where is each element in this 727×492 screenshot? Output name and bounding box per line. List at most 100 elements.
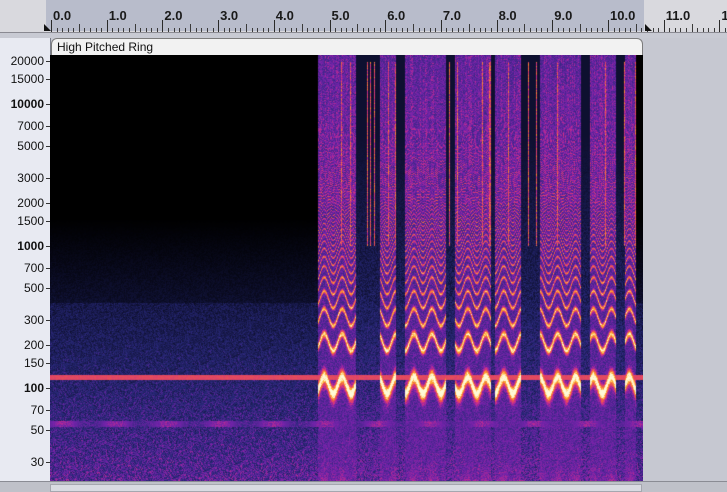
ruler-tick-label: 1.0	[108, 8, 127, 23]
ruler-major-tick	[106, 20, 108, 32]
ruler-minor-tick	[596, 28, 598, 32]
ruler-minor-tick	[212, 28, 214, 32]
ruler-minor-tick	[518, 28, 520, 32]
ruler-minor-tick	[251, 28, 253, 32]
ruler-major-tick	[719, 20, 721, 32]
ruler-minor-tick	[401, 28, 403, 32]
ruler-minor-tick	[56, 28, 58, 32]
ruler-minor-tick	[418, 28, 420, 32]
ruler-minor-tick	[245, 24, 247, 32]
ruler-minor-tick	[151, 28, 153, 32]
ruler-minor-tick	[167, 28, 169, 32]
ruler-minor-tick	[145, 28, 147, 32]
ruler-minor-tick	[479, 28, 481, 32]
ruler-minor-tick	[585, 28, 587, 32]
frequency-scale[interactable]: 20000 15000 10000 7000 5000 3000 2000 1500 1000 7…	[0, 38, 51, 481]
ruler-minor-tick	[530, 28, 532, 32]
ruler-minor-tick	[201, 28, 203, 32]
ruler-minor-tick	[89, 28, 91, 32]
frequency-label: 300	[23, 312, 44, 327]
ruler-minor-tick	[396, 28, 398, 32]
horizontal-scrollbar[interactable]	[0, 481, 727, 492]
ruler-minor-tick	[563, 28, 565, 32]
ruler-minor-tick	[190, 24, 192, 32]
ruler-minor-tick	[708, 28, 710, 32]
frequency-label: 100	[23, 380, 44, 395]
ruler-minor-tick	[669, 28, 671, 32]
ruler-minor-tick	[112, 28, 114, 32]
ruler-minor-tick	[134, 24, 136, 32]
ruler-minor-tick	[635, 24, 637, 32]
ruler-minor-tick	[446, 28, 448, 32]
ruler-minor-tick	[323, 28, 325, 32]
ruler-minor-tick	[307, 28, 309, 32]
ruler-minor-tick	[179, 28, 181, 32]
ruler-minor-tick	[67, 28, 69, 32]
selection-end-marker-icon[interactable]	[645, 24, 652, 31]
ruler-minor-tick	[279, 28, 281, 32]
ruler-minor-tick	[674, 28, 676, 32]
frequency-label: 2000	[17, 195, 44, 210]
selection-start-marker-icon[interactable]	[44, 24, 51, 31]
frequency-label: 150	[23, 355, 44, 370]
ruler-tick-label: 2.0	[164, 8, 183, 23]
ruler-minor-tick	[491, 28, 493, 32]
ruler-tick-label: 6.0	[387, 8, 406, 23]
ruler-minor-tick	[574, 28, 576, 32]
ruler-minor-tick	[296, 28, 298, 32]
ruler-minor-tick	[591, 28, 593, 32]
ruler-minor-tick	[234, 28, 236, 32]
ruler-tick-label: 5.0	[331, 8, 350, 23]
ruler-minor-tick	[368, 28, 370, 32]
ruler-minor-tick	[524, 24, 526, 32]
ruler-minor-tick	[474, 28, 476, 32]
ruler-minor-tick	[128, 28, 130, 32]
ruler-major-tick	[218, 20, 220, 32]
ruler-minor-tick	[452, 28, 454, 32]
frequency-label: 5000	[17, 139, 44, 154]
ruler-minor-tick	[513, 28, 515, 32]
ruler-tick-label: 11.0	[665, 8, 691, 23]
ruler-minor-tick	[257, 28, 259, 32]
ruler-minor-tick	[535, 28, 537, 32]
ruler-minor-tick	[312, 28, 314, 32]
spectrogram-view[interactable]	[50, 55, 644, 481]
ruler-minor-tick	[362, 28, 364, 32]
ruler-major-tick	[273, 20, 275, 32]
ruler-minor-tick	[335, 28, 337, 32]
ruler-minor-tick	[340, 28, 342, 32]
ruler-minor-tick	[658, 28, 660, 32]
frequency-label: 30	[30, 454, 44, 469]
ruler-minor-tick	[429, 28, 431, 32]
ruler-minor-tick	[284, 28, 286, 32]
ruler-minor-tick	[173, 28, 175, 32]
track-title-bar[interactable]: High Pitched Ring	[51, 38, 643, 55]
ruler-tick-label: 8.0	[498, 8, 517, 23]
ruler-minor-tick	[507, 28, 509, 32]
ruler-minor-tick	[680, 28, 682, 32]
ruler-minor-tick	[206, 28, 208, 32]
ruler-minor-tick	[602, 28, 604, 32]
ruler-minor-tick	[713, 28, 715, 32]
ruler-tick-label: 12.0	[721, 8, 727, 23]
ruler-minor-tick	[390, 28, 392, 32]
ruler-minor-tick	[351, 28, 353, 32]
ruler-minor-tick	[140, 28, 142, 32]
frequency-label: 20000	[10, 53, 44, 68]
ruler-minor-tick	[240, 28, 242, 32]
ruler-tick-label: 3.0	[220, 8, 239, 23]
ruler-tick-label: 7.0	[442, 8, 461, 23]
ruler-minor-tick	[685, 28, 687, 32]
track-title[interactable]: High Pitched Ring	[57, 40, 153, 54]
ruler-major-tick	[552, 20, 554, 32]
ruler-minor-tick	[123, 28, 125, 32]
timeline-ruler[interactable]: 0.0 1.0 2.0 3.0 4.0 5.0 6.0 7.0 8.0 9.0 10.0 11.0 12…	[0, 0, 727, 33]
ruler-major-tick	[440, 20, 442, 32]
ruler-major-tick	[162, 20, 164, 32]
ruler-major-tick	[385, 20, 387, 32]
ruler-minor-tick	[84, 28, 86, 32]
ruler-major-tick	[51, 20, 52, 32]
ruler-minor-tick	[318, 28, 320, 32]
ruler-major-tick	[663, 20, 665, 32]
ruler-minor-tick	[468, 24, 470, 32]
